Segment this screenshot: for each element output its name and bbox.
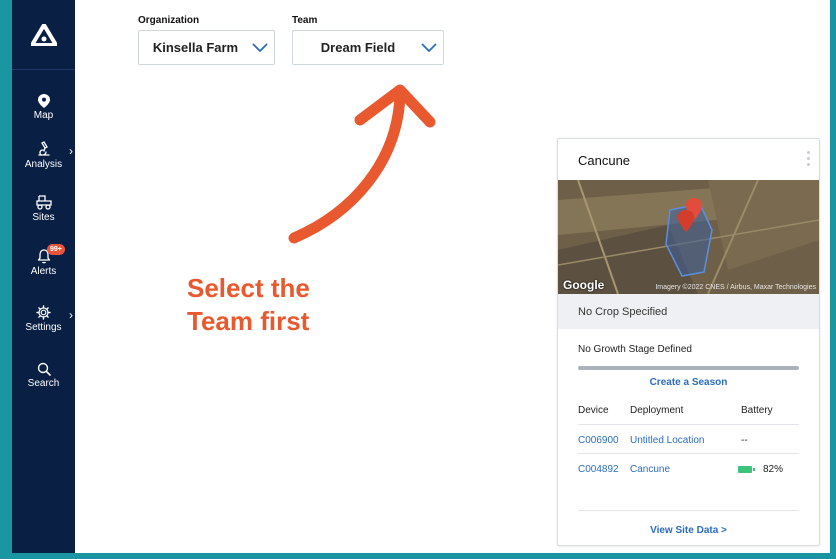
divider xyxy=(578,510,799,511)
chevron-down-icon xyxy=(246,43,274,52)
annotation-line: Select the xyxy=(187,273,310,303)
gear-icon xyxy=(36,305,51,320)
deployment-link[interactable]: Untitled Location xyxy=(630,435,705,446)
map-brand: Google xyxy=(563,278,605,292)
battery-icon xyxy=(738,466,755,473)
battery-value: -- xyxy=(741,435,748,446)
alerts-count-badge: 99+ xyxy=(47,244,65,255)
sidebar-item-label: Analysis xyxy=(24,158,63,170)
team-value: Dream Field xyxy=(320,40,396,55)
site-card: Cancune Google Imagery ©2022 CNES / Airb… xyxy=(557,138,820,546)
app-frame: Map Analysis › Sites Alerts 99+ Settings… xyxy=(12,0,830,553)
sidebar-item-search[interactable]: Search xyxy=(12,352,75,398)
satellite-map xyxy=(558,180,819,294)
annotation-line: Team first xyxy=(187,306,310,336)
annotation-callout: Select the Team first xyxy=(187,272,310,338)
team-label: Team xyxy=(292,15,318,26)
map-pin-icon xyxy=(37,93,50,108)
organization-label: Organization xyxy=(138,15,200,26)
sidebar-item-label: Alerts xyxy=(30,266,57,277)
more-options-icon[interactable] xyxy=(807,151,811,169)
sidebar-item-label: Search xyxy=(27,377,60,389)
tractor-icon xyxy=(35,195,52,210)
search-icon xyxy=(37,362,51,376)
sidebar-item-sites[interactable]: Sites xyxy=(12,186,75,232)
device-link[interactable]: C006900 xyxy=(578,435,619,446)
crop-status: No Crop Specified xyxy=(558,294,819,329)
column-header-device: Device xyxy=(578,405,609,416)
divider xyxy=(578,453,799,454)
map-attribution: Imagery ©2022 CNES / Airbus, Maxar Techn… xyxy=(655,284,816,291)
team-select[interactable]: Dream Field xyxy=(292,30,444,65)
sidebar-item-analysis[interactable]: Analysis › xyxy=(12,132,75,178)
sidebar-item-settings[interactable]: Settings › xyxy=(12,296,75,342)
season-progress-fill xyxy=(578,366,799,370)
column-header-battery: Battery xyxy=(741,405,773,416)
sidebar-item-label: Settings xyxy=(25,322,62,333)
create-season-link[interactable]: Create a Season xyxy=(558,377,819,388)
site-map-thumbnail[interactable]: Google Imagery ©2022 CNES / Airbus, Maxa… xyxy=(558,180,819,294)
app-logo[interactable] xyxy=(12,0,75,70)
divider xyxy=(578,424,799,425)
deployment-link[interactable]: Cancune xyxy=(630,464,670,475)
organization-select[interactable]: Kinsella Farm xyxy=(138,30,275,65)
growth-stage: No Growth Stage Defined xyxy=(578,344,692,355)
sidebar-item-alerts[interactable]: Alerts 99+ xyxy=(12,240,75,286)
logo-icon xyxy=(30,23,57,46)
sidebar-item-label: Sites xyxy=(32,212,55,223)
microscope-icon xyxy=(37,140,50,156)
battery-value: 82% xyxy=(763,464,784,475)
device-link[interactable]: C004892 xyxy=(578,464,619,475)
site-card-title: Cancune xyxy=(578,153,631,168)
season-progress-bar xyxy=(578,366,799,370)
column-header-deployment: Deployment xyxy=(630,405,684,416)
organization-value: Kinsella Farm xyxy=(152,40,239,55)
chevron-down-icon xyxy=(415,43,443,52)
curved-arrow-icon xyxy=(288,84,436,244)
sidebar-item-label: Map xyxy=(33,109,54,121)
chevron-right-icon: › xyxy=(69,308,73,322)
chevron-right-icon: › xyxy=(69,144,73,158)
sidebar: Map Analysis › Sites Alerts 99+ Settings… xyxy=(12,0,75,553)
sidebar-item-map[interactable]: Map xyxy=(12,84,75,130)
view-site-data-link[interactable]: View Site Data > xyxy=(558,525,819,536)
